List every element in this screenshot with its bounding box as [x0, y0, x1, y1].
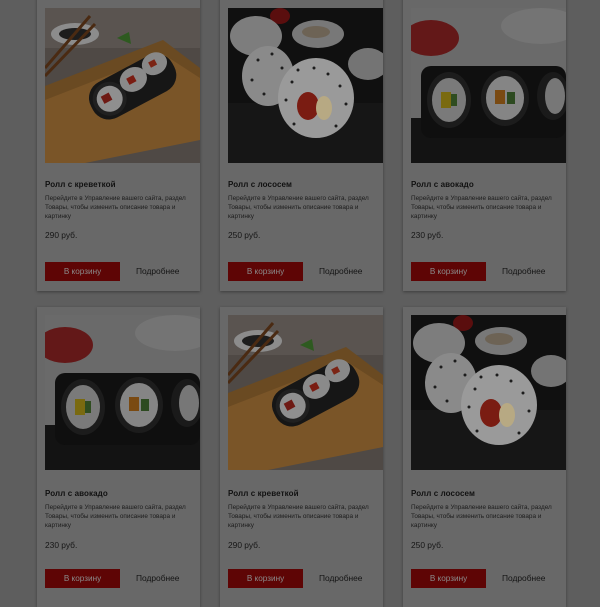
- product-photo[interactable]: [411, 315, 566, 470]
- shrimp-roll-photo: [228, 315, 383, 470]
- product-price: 290 руб.: [45, 230, 78, 240]
- salmon-roll-photo: [228, 8, 383, 163]
- product-title[interactable]: Ролл с креветкой: [228, 489, 378, 498]
- add-to-cart-button[interactable]: В корзину: [411, 569, 486, 588]
- details-link[interactable]: Подробнее: [136, 569, 179, 588]
- product-description: Перейдите в Управление вашего сайта, раз…: [45, 504, 186, 529]
- product-title[interactable]: Ролл с лососем: [228, 180, 378, 189]
- salmon-roll-photo: [411, 315, 566, 470]
- product-description: Перейдите в Управление вашего сайта, раз…: [45, 195, 186, 220]
- product-description: Перейдите в Управление вашего сайта, раз…: [411, 504, 552, 529]
- product-price: 230 руб.: [45, 540, 78, 550]
- product-card: Ролл с креветкой Перейдите в Управление …: [220, 307, 383, 607]
- details-link[interactable]: Подробнее: [502, 569, 545, 588]
- shrimp-roll-photo: [45, 8, 200, 163]
- product-description: Перейдите в Управление вашего сайта, раз…: [411, 195, 552, 220]
- avocado-roll-photo: [411, 8, 566, 163]
- product-title[interactable]: Ролл с авокадо: [45, 489, 195, 498]
- add-to-cart-button[interactable]: В корзину: [228, 569, 303, 588]
- product-description: Перейдите в Управление вашего сайта, раз…: [228, 195, 369, 220]
- details-link[interactable]: Подробнее: [319, 569, 362, 588]
- add-to-cart-button[interactable]: В корзину: [45, 569, 120, 588]
- product-price: 250 руб.: [228, 230, 261, 240]
- product-card: Ролл с авокадо Перейдите в Управление ва…: [37, 307, 200, 607]
- product-card: Ролл с лососем Перейдите в Управление ва…: [403, 307, 566, 607]
- product-photo[interactable]: [411, 8, 566, 163]
- add-to-cart-button[interactable]: В корзину: [45, 262, 120, 281]
- product-photo[interactable]: [45, 8, 200, 163]
- product-price: 230 руб.: [411, 230, 444, 240]
- product-grid: Ролл с креветкой Перейдите в Управление …: [0, 0, 600, 607]
- product-photo[interactable]: [45, 315, 200, 470]
- product-description: Перейдите в Управление вашего сайта, раз…: [228, 504, 369, 529]
- add-to-cart-button[interactable]: В корзину: [411, 262, 486, 281]
- product-title[interactable]: Ролл с авокадо: [411, 180, 561, 189]
- add-to-cart-button[interactable]: В корзину: [228, 262, 303, 281]
- product-photo[interactable]: [228, 315, 383, 470]
- product-photo[interactable]: [228, 8, 383, 163]
- product-price: 250 руб.: [411, 540, 444, 550]
- product-card: Ролл с авокадо Перейдите в Управление ва…: [403, 0, 566, 291]
- product-price: 290 руб.: [228, 540, 261, 550]
- product-title[interactable]: Ролл с креветкой: [45, 180, 195, 189]
- details-link[interactable]: Подробнее: [319, 262, 362, 281]
- product-card: Ролл с лососем Перейдите в Управление ва…: [220, 0, 383, 291]
- details-link[interactable]: Подробнее: [502, 262, 545, 281]
- product-card: Ролл с креветкой Перейдите в Управление …: [37, 0, 200, 291]
- product-title[interactable]: Ролл с лососем: [411, 489, 561, 498]
- details-link[interactable]: Подробнее: [136, 262, 179, 281]
- avocado-roll-photo: [45, 315, 200, 470]
